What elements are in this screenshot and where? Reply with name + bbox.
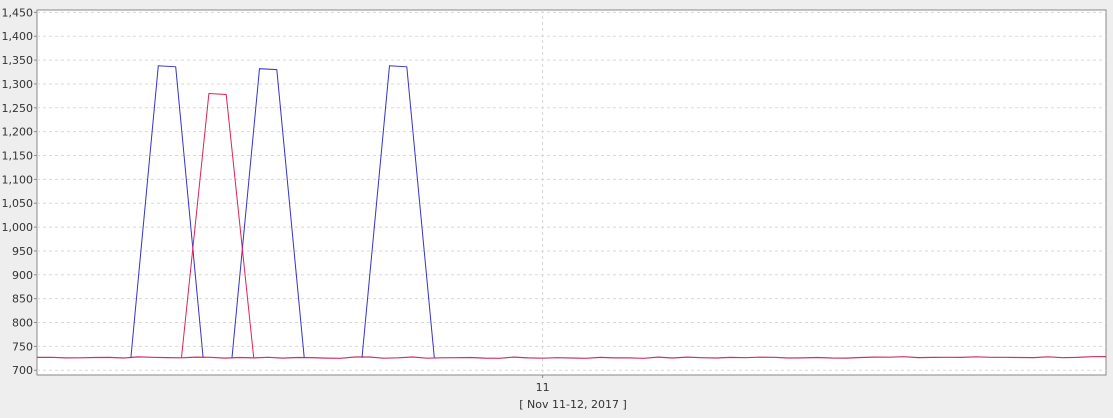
y-tick-label: 950	[12, 245, 33, 258]
y-tick-label: 1,000	[2, 221, 34, 234]
line-chart: 700 750 800 850 900 950 1,000 1,050 1,100 1,150 1,…	[2, 6, 1107, 411]
chart-container: 700 750 800 850 900 950 1,000 1,050 1,100 1,150 1,…	[0, 0, 1113, 414]
y-tick-label: 1,150	[2, 150, 34, 163]
y-tick-label: 700	[12, 364, 33, 377]
y-tick-label: 750	[12, 340, 33, 353]
y-tick-label: 1,100	[2, 173, 34, 186]
y-tick-label: 1,350	[2, 54, 34, 67]
y-tick-label: 900	[12, 269, 33, 282]
y-tick-label: 1,450	[2, 6, 34, 19]
y-tick-label: 1,250	[2, 102, 34, 115]
y-axis: 700 750 800 850 900 950 1,000 1,050 1,100 1,150 1,…	[2, 6, 37, 377]
x-axis: 1112131415161718192021222300010203040506…	[536, 375, 550, 394]
x-axis-title: [ Nov 11-12, 2017 ]	[519, 398, 627, 411]
plot-area	[36, 9, 1107, 376]
y-tick-label: 1,200	[2, 126, 34, 139]
y-tick-label: 1,300	[2, 78, 34, 91]
y-tick-label: 1,400	[2, 30, 34, 43]
y-tick-label: 850	[12, 293, 33, 306]
x-tick-label: 11	[536, 381, 550, 394]
y-tick-label: 1,050	[2, 197, 34, 210]
y-tick-label: 800	[12, 317, 33, 330]
